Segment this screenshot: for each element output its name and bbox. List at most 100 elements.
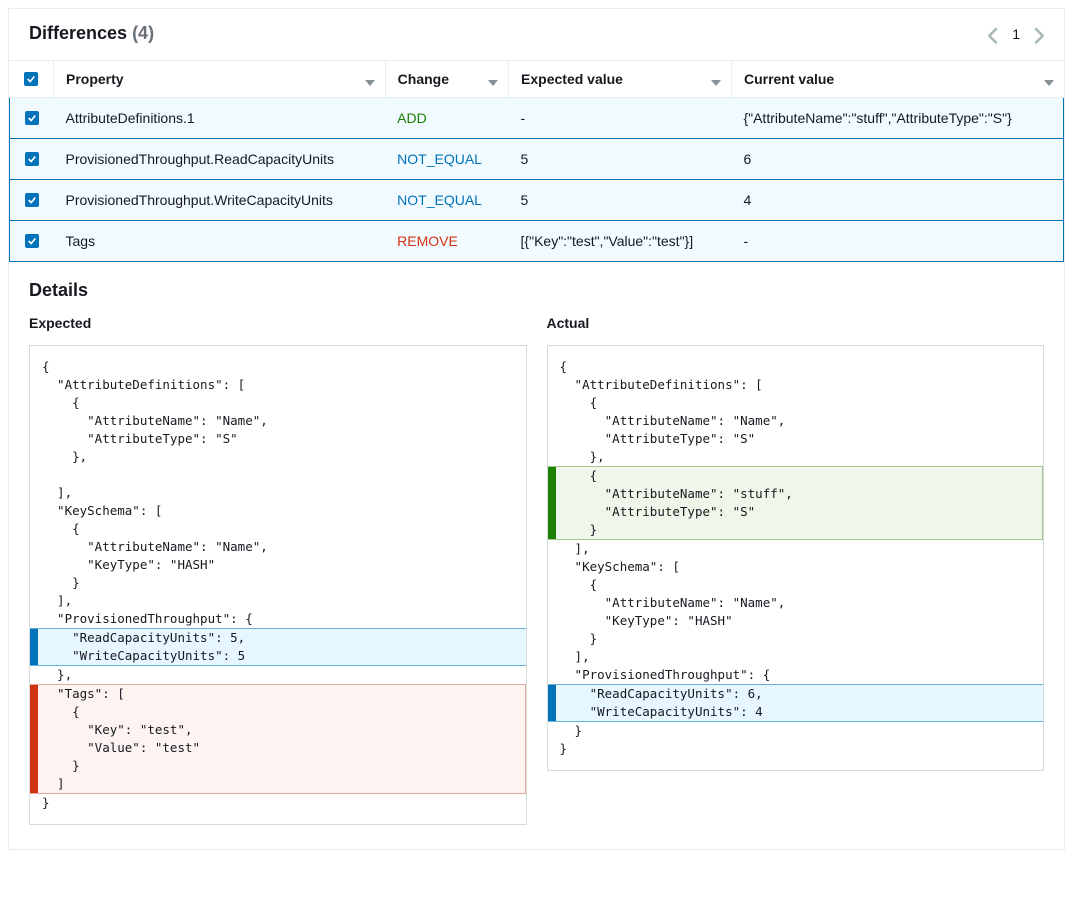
page-number: 1: [1012, 26, 1020, 42]
code-line: "ReadCapacityUnits": 6,: [548, 684, 1044, 703]
code-line: ]: [30, 775, 526, 794]
code-line: }: [30, 574, 526, 592]
panel-title: Differences (4): [29, 23, 154, 44]
prev-page-icon[interactable]: [988, 27, 998, 41]
code-line: "Tags": [: [30, 684, 526, 703]
panel-header: Differences (4) 1: [9, 9, 1064, 60]
cell-change: ADD: [385, 98, 508, 139]
pager: 1: [988, 26, 1044, 42]
col-expected[interactable]: Expected value: [509, 61, 732, 98]
next-page-icon[interactable]: [1034, 27, 1044, 41]
code-line: ],: [30, 592, 526, 610]
expected-label: Expected: [29, 315, 527, 331]
cell-expected: 5: [509, 180, 732, 221]
code-line: },: [548, 448, 1044, 466]
code-line: }: [548, 521, 1044, 540]
differences-table: Property Change Expected value: [9, 61, 1064, 262]
differences-panel: Differences (4) 1 Property: [8, 8, 1065, 850]
compare-panel: Expected { "AttributeDefinitions": [ { "…: [9, 315, 1064, 849]
code-line: "KeyType": "HASH": [548, 612, 1044, 630]
actual-label: Actual: [547, 315, 1045, 331]
code-line: {: [30, 394, 526, 412]
col-property[interactable]: Property: [54, 61, 386, 98]
code-line: }: [548, 630, 1044, 648]
cell-change: NOT_EQUAL: [385, 139, 508, 180]
code-line: }: [30, 794, 526, 812]
code-line: },: [30, 448, 526, 466]
code-line: "AttributeDefinitions": [: [30, 376, 526, 394]
cell-current: 6: [731, 139, 1063, 180]
sort-caret-icon[interactable]: [711, 75, 721, 91]
code-line: "ProvisionedThroughput": {: [548, 666, 1044, 684]
cell-current: 4: [731, 180, 1063, 221]
expected-code: { "AttributeDefinitions": [ { "Attribute…: [29, 345, 527, 825]
code-line: "KeySchema": [: [30, 502, 526, 520]
details-title: Details: [9, 262, 1064, 315]
code-line: {: [30, 520, 526, 538]
sort-caret-icon[interactable]: [1044, 75, 1054, 91]
actual-code: { "AttributeDefinitions": [ { "Attribute…: [547, 345, 1045, 771]
code-line: "WriteCapacityUnits": 5: [30, 647, 526, 666]
cell-property: ProvisionedThroughput.ReadCapacityUnits: [54, 139, 386, 180]
title-text: Differences: [29, 23, 127, 43]
code-line: "AttributeName": "Name",: [30, 538, 526, 556]
select-all-checkbox[interactable]: [24, 72, 38, 86]
cell-expected: 5: [509, 139, 732, 180]
col-select-all[interactable]: [10, 61, 54, 98]
col-current[interactable]: Current value: [731, 61, 1063, 98]
table-row[interactable]: ProvisionedThroughput.WriteCapacityUnits…: [10, 180, 1064, 221]
table-row[interactable]: TagsREMOVE[{"Key":"test","Value":"test"}…: [10, 221, 1064, 262]
col-property-label: Property: [66, 71, 124, 87]
code-line: }: [30, 757, 526, 775]
row-checkbox[interactable]: [25, 234, 39, 248]
table-row[interactable]: ProvisionedThroughput.ReadCapacityUnitsN…: [10, 139, 1064, 180]
cell-change: REMOVE: [385, 221, 508, 262]
code-line: {: [548, 466, 1044, 485]
code-line: "AttributeName": "Name",: [30, 412, 526, 430]
row-checkbox[interactable]: [25, 152, 39, 166]
table-row[interactable]: AttributeDefinitions.1ADD-{"AttributeNam…: [10, 98, 1064, 139]
col-current-label: Current value: [744, 71, 834, 87]
sort-caret-icon[interactable]: [365, 75, 375, 91]
code-line: "ReadCapacityUnits": 5,: [30, 628, 526, 647]
cell-property: AttributeDefinitions.1: [54, 98, 386, 139]
cell-expected: -: [509, 98, 732, 139]
code-line: "WriteCapacityUnits": 4: [548, 703, 1044, 722]
row-checkbox[interactable]: [25, 193, 39, 207]
title-count: (4): [132, 23, 154, 43]
col-change[interactable]: Change: [385, 61, 508, 98]
expected-column: Expected { "AttributeDefinitions": [ { "…: [29, 315, 527, 825]
code-line: "KeyType": "HASH": [30, 556, 526, 574]
cell-change: NOT_EQUAL: [385, 180, 508, 221]
code-line: },: [30, 666, 526, 684]
col-change-label: Change: [398, 71, 449, 87]
code-line: "AttributeType": "S": [548, 503, 1044, 521]
code-line: "AttributeDefinitions": [: [548, 376, 1044, 394]
col-expected-label: Expected value: [521, 71, 623, 87]
cell-property: Tags: [54, 221, 386, 262]
code-line: {: [548, 358, 1044, 376]
sort-caret-icon[interactable]: [488, 75, 498, 91]
code-line: "KeySchema": [: [548, 558, 1044, 576]
code-line: "AttributeName": "Name",: [548, 412, 1044, 430]
code-line: {: [548, 394, 1044, 412]
code-line: {: [30, 703, 526, 721]
code-line: "AttributeName": "stuff",: [548, 485, 1044, 503]
cell-current: {"AttributeName":"stuff","AttributeType"…: [731, 98, 1063, 139]
code-line: }: [548, 740, 1044, 758]
code-line: "AttributeType": "S": [548, 430, 1044, 448]
cell-property: ProvisionedThroughput.WriteCapacityUnits: [54, 180, 386, 221]
code-line: {: [30, 358, 526, 376]
code-line: "AttributeName": "Name",: [548, 594, 1044, 612]
code-line: [30, 466, 526, 484]
row-checkbox[interactable]: [25, 111, 39, 125]
code-line: "AttributeType": "S": [30, 430, 526, 448]
code-line: {: [548, 576, 1044, 594]
code-line: ],: [548, 540, 1044, 558]
code-line: "ProvisionedThroughput": {: [30, 610, 526, 628]
actual-column: Actual { "AttributeDefinitions": [ { "At…: [547, 315, 1045, 825]
code-line: "Value": "test": [30, 739, 526, 757]
cell-expected: [{"Key":"test","Value":"test"}]: [509, 221, 732, 262]
code-line: ],: [548, 648, 1044, 666]
code-line: }: [548, 722, 1044, 740]
